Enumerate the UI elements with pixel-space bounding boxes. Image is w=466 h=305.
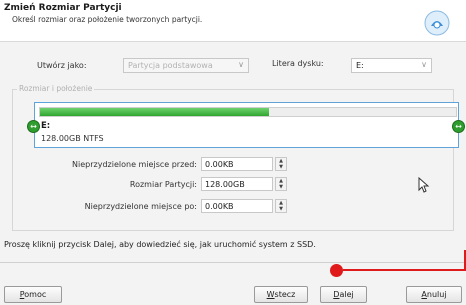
space-before-input[interactable]: 0.00KB (201, 157, 273, 171)
dialog-header: Zmień Rozmiar Partycji Określ rozmiar or… (0, 0, 466, 42)
partition-size-input[interactable]: 128.00GB (201, 177, 273, 191)
partition-map[interactable]: E: 128.00GB NTFS (34, 102, 459, 148)
space-after-label: Nieprzydzielone miejsce po: (84, 202, 197, 211)
next-label: alej (339, 290, 354, 299)
annotation-line (343, 269, 466, 271)
cancel-label: nuluj (426, 290, 447, 299)
help-label: omoc (24, 290, 47, 299)
dialog-subtitle: Określ rozmiar oraz położenie tworzonych… (12, 15, 203, 24)
partition-letter: E: (41, 121, 51, 131)
create-as-value: Partycja podstawowa (128, 61, 213, 70)
info-text: Proszę kliknij przycisk Dalej, aby dowie… (4, 240, 316, 249)
drive-letter-value: E: (356, 61, 364, 70)
next-button[interactable]: Dalej (320, 286, 367, 303)
dialog-title: Zmień Rozmiar Partycji (4, 3, 122, 13)
drive-letter-select[interactable]: E: ∨ (351, 58, 432, 73)
app-logo-icon (424, 10, 450, 36)
annotation-dot (330, 264, 343, 277)
create-as-select: Partycja podstawowa ∨ (123, 58, 249, 73)
partition-bar (39, 107, 457, 117)
spin-down-icon[interactable]: ▼ (276, 164, 286, 170)
space-before-label: Nieprzydzielone miejsce przed: (72, 160, 197, 169)
left-resize-handle-icon[interactable]: ↔ (27, 120, 40, 133)
right-resize-handle-icon[interactable]: ↔ (452, 120, 465, 133)
partition-size-spinner[interactable]: ▲ ▼ (275, 177, 287, 191)
partition-size-label: Rozmiar Partycji: (129, 180, 197, 189)
spin-down-icon[interactable]: ▼ (276, 184, 286, 190)
back-accel: W (266, 290, 275, 299)
back-label: stecz (274, 290, 296, 299)
partition-size: 128.00GB NTFS (41, 134, 104, 143)
group-title: Rozmiar i położenie (17, 84, 95, 93)
chevron-down-icon: ∨ (421, 60, 427, 69)
space-after-input[interactable]: 0.00KB (201, 199, 273, 213)
create-as-label: Utwórz jako: (37, 61, 87, 70)
drive-letter-label: Litera dysku: (272, 59, 324, 68)
help-button[interactable]: Pomoc (4, 286, 62, 303)
back-button[interactable]: Wstecz (254, 286, 308, 303)
space-before-spinner[interactable]: ▲ ▼ (275, 157, 287, 171)
cancel-button[interactable]: Anuluj (406, 286, 462, 303)
mouse-cursor-icon (418, 177, 430, 193)
space-after-spinner[interactable]: ▲ ▼ (275, 199, 287, 213)
chevron-down-icon: ∨ (238, 60, 244, 69)
spin-down-icon[interactable]: ▼ (276, 206, 286, 212)
partition-bar-fill (40, 108, 269, 116)
